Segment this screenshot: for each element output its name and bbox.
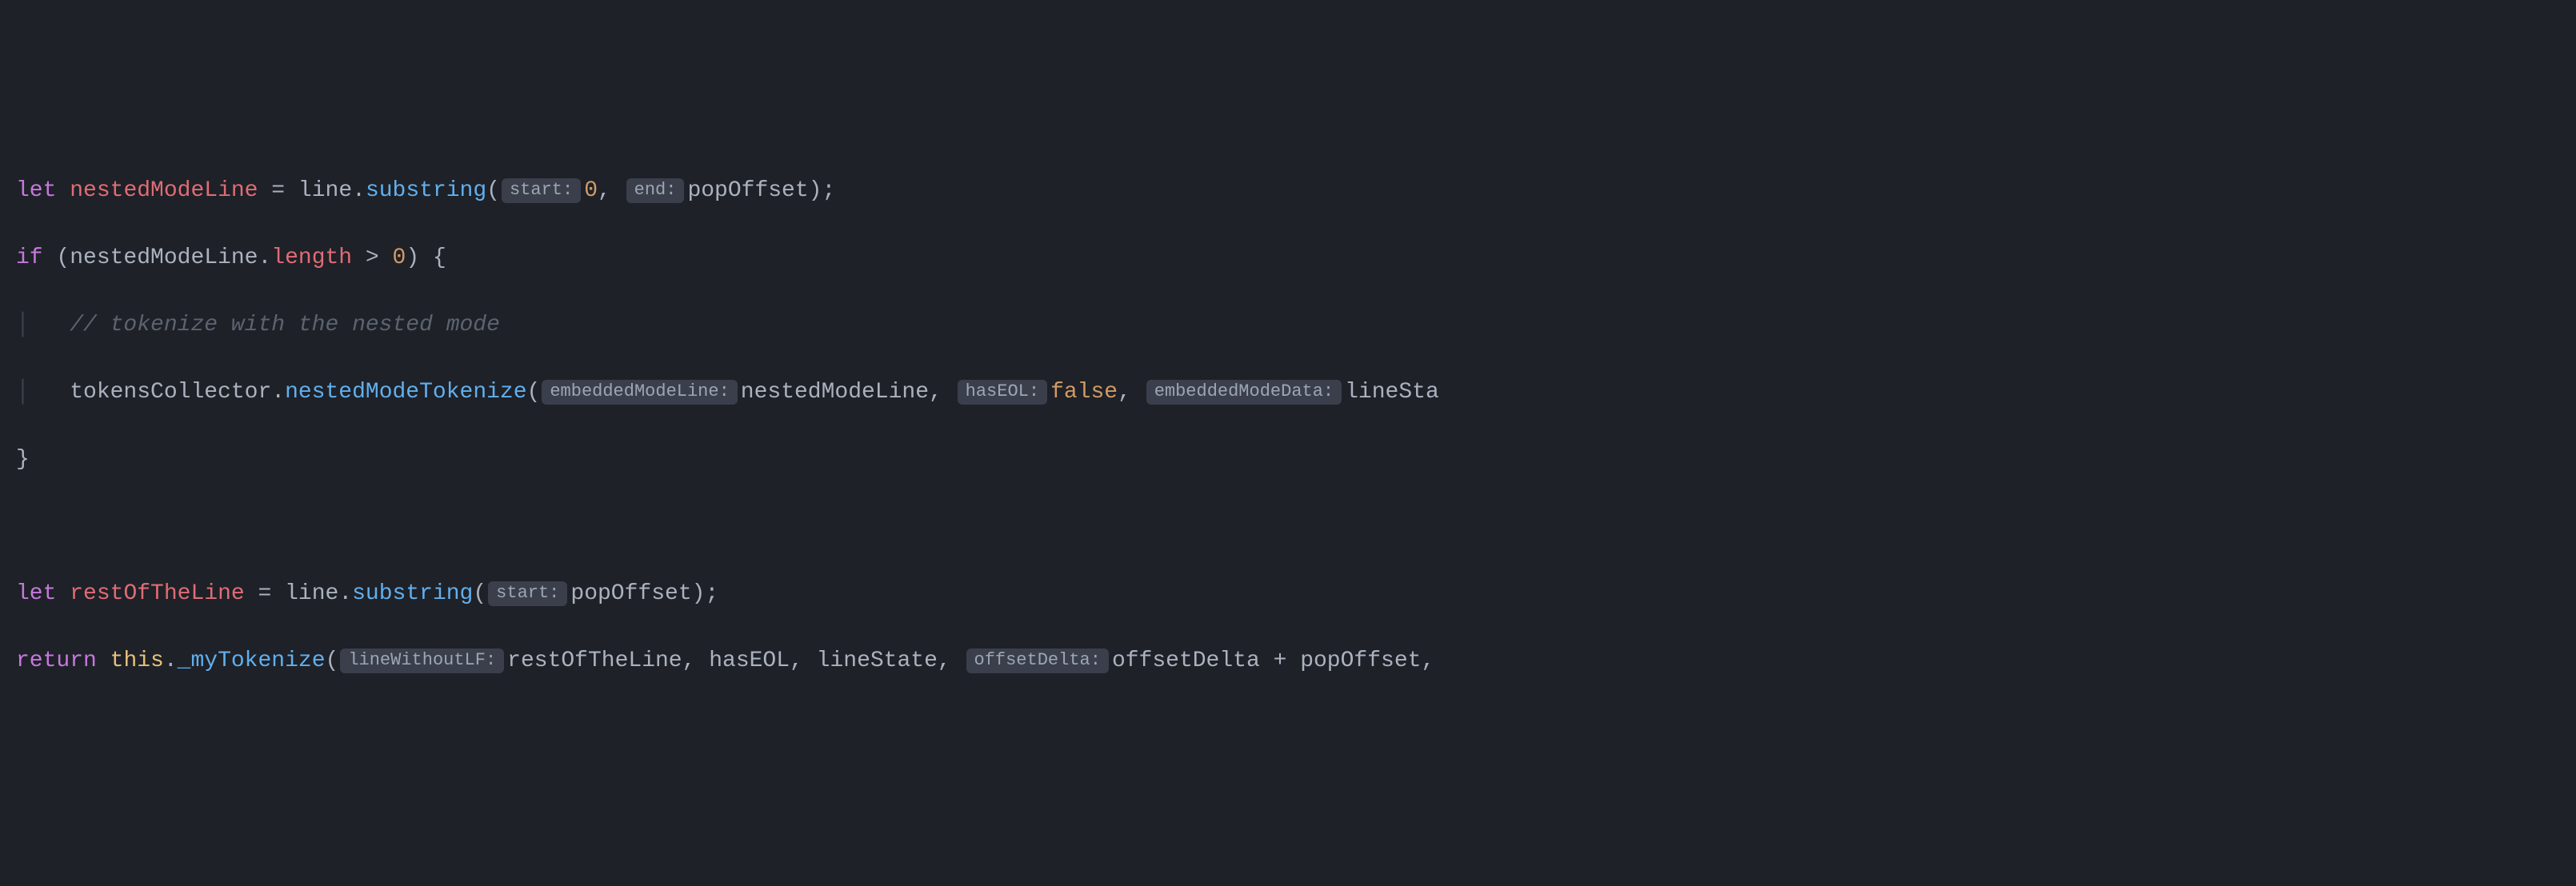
keyword-let: let (16, 581, 56, 606)
dot: . (338, 581, 352, 606)
inlay-hint: offsetDelta: (966, 649, 1109, 673)
comma: , (682, 649, 710, 673)
object-ref: line (285, 581, 338, 606)
dot: . (164, 649, 178, 673)
comma: , (1421, 649, 1434, 673)
inlay-hint: embeddedModeData: (1146, 380, 1342, 405)
argument: popOffset (570, 581, 691, 606)
method-call: _myTokenize (178, 649, 326, 673)
inlay-hint: lineWithoutLF: (340, 649, 504, 673)
argument: popOffset (1300, 649, 1421, 673)
property: length (271, 245, 352, 270)
brace-close: } (16, 447, 30, 472)
boolean-literal: false (1050, 380, 1118, 405)
variable-declaration: nestedModeLine (70, 178, 258, 203)
code-line[interactable]: let restOfTheLine = line.substring(start… (16, 577, 2560, 611)
argument: restOfTheLine (507, 649, 682, 673)
comma: , (1118, 380, 1145, 405)
keyword-this: this (110, 649, 164, 673)
operator-plus: + (1260, 649, 1300, 673)
dot: . (352, 178, 366, 203)
inlay-hint: start: (502, 178, 581, 203)
method-call: substring (366, 178, 486, 203)
code-line[interactable]: │ tokensCollector.nestedModeTokenize(emb… (16, 376, 2560, 409)
comma: , (598, 178, 625, 203)
code-line[interactable]: return this._myTokenize(lineWithoutLF:re… (16, 645, 2560, 678)
argument: lineState (817, 649, 938, 673)
operator-gt: > (352, 245, 392, 270)
inlay-hint: embeddedModeLine: (542, 380, 737, 405)
operator-assign: = (245, 581, 285, 606)
variable-ref: nestedModeLine (70, 245, 258, 270)
argument: nestedModeLine (741, 380, 929, 405)
code-line[interactable]: │ // tokenize with the nested mode (16, 309, 2560, 342)
semicolon: ; (822, 178, 835, 203)
argument: offsetDelta (1112, 649, 1260, 673)
paren-open: ( (326, 649, 339, 673)
paren-open: ( (486, 178, 500, 203)
paren-close: ) (809, 178, 822, 203)
code-line[interactable]: } (16, 443, 2560, 477)
inlay-hint: end: (626, 178, 685, 203)
comma: , (938, 649, 965, 673)
paren-close: ) (406, 245, 433, 270)
variable-declaration: restOfTheLine (70, 581, 244, 606)
code-line-empty[interactable] (16, 510, 2560, 544)
space (97, 649, 110, 673)
indent-guide: │ (16, 380, 70, 405)
argument: lineSta (1345, 380, 1439, 405)
operator-assign: = (258, 178, 298, 203)
code-line[interactable]: let nestedModeLine = line.substring(star… (16, 174, 2560, 208)
argument: hasEOL (709, 649, 790, 673)
method-call: substring (352, 581, 473, 606)
code-editor[interactable]: let nestedModeLine = line.substring(star… (0, 134, 2576, 718)
indent-guide: │ (16, 313, 70, 337)
number-literal: 0 (584, 178, 598, 203)
comma: , (790, 649, 817, 673)
number-literal: 0 (393, 245, 406, 270)
code-line[interactable]: if (nestedModeLine.length > 0) { (16, 241, 2560, 275)
dot: . (271, 380, 285, 405)
paren-close: ) (692, 581, 706, 606)
paren-open: ( (527, 380, 541, 405)
paren-open: ( (473, 581, 486, 606)
keyword-let: let (16, 178, 56, 203)
object-ref: line (298, 178, 352, 203)
keyword-if: if (16, 245, 43, 270)
argument: popOffset (687, 178, 808, 203)
keyword-return: return (16, 649, 97, 673)
inlay-hint: start: (488, 581, 567, 606)
method-call: nestedModeTokenize (285, 380, 526, 405)
brace-open: { (433, 245, 446, 270)
dot: . (258, 245, 271, 270)
semicolon: ; (705, 581, 718, 606)
object-ref: tokensCollector (70, 380, 271, 405)
inlay-hint: hasEOL: (958, 380, 1047, 405)
comma: , (929, 380, 956, 405)
comment: // tokenize with the nested mode (70, 313, 500, 337)
paren-open: ( (43, 245, 70, 270)
